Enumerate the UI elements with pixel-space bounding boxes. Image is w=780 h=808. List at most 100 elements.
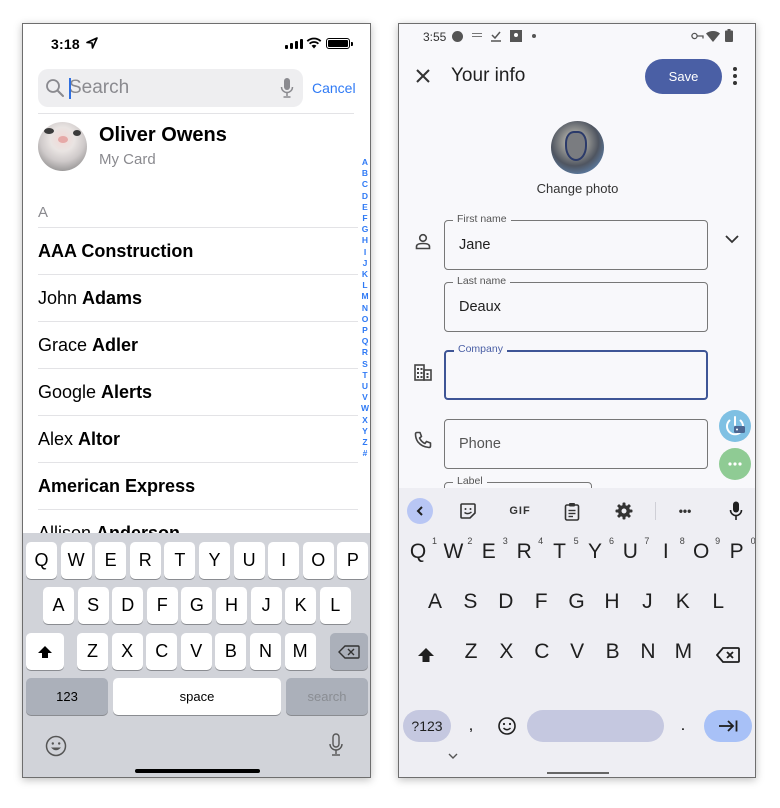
shift-key[interactable] [411,640,441,670]
key-j[interactable]: J [632,590,662,614]
dictation-mic-icon[interactable] [328,733,344,757]
key-t[interactable]: T [164,542,196,579]
index-letter[interactable]: A [362,157,368,168]
settings-button[interactable] [611,498,637,524]
key-e[interactable]: E3 [474,536,508,564]
contact-row[interactable]: Alex Altor [38,415,358,462]
key-b[interactable]: B [598,640,628,664]
save-button[interactable]: Save [645,59,722,94]
key-p[interactable]: P [337,542,369,579]
contact-row[interactable]: Google Alerts [38,368,358,415]
contact-row[interactable]: Grace Adler [38,321,358,368]
clipboard-button[interactable] [559,498,585,524]
index-letter[interactable]: # [363,448,368,459]
key-z[interactable]: Z [77,633,108,670]
gif-button[interactable]: GIF [504,498,536,524]
key-m[interactable]: M [668,640,698,664]
key-q[interactable]: Q [26,542,57,579]
period-key[interactable]: . [673,710,693,742]
key-t[interactable]: T5 [545,536,578,564]
index-letter[interactable]: O [362,314,369,325]
navigation-handle[interactable] [547,772,609,774]
key-f[interactable]: F [146,587,178,624]
space-key[interactable] [527,710,664,742]
last-name-field[interactable]: Last name Deaux [444,275,708,332]
index-letter[interactable]: P [362,325,368,336]
shift-key[interactable] [26,633,64,670]
index-letter[interactable]: K [362,269,368,280]
index-letter[interactable]: D [362,191,368,202]
index-letter[interactable]: Y [362,426,368,437]
key-x[interactable]: X [111,633,143,670]
key-d[interactable]: D [491,590,521,614]
key-v[interactable]: V [180,633,212,670]
index-letter[interactable]: J [363,258,368,269]
index-letter[interactable]: R [362,347,368,358]
key-s[interactable]: S [77,587,109,624]
index-letter[interactable]: N [362,303,368,314]
next-field-key[interactable] [704,710,752,742]
emoji-key[interactable] [495,710,519,742]
key-z[interactable]: Z [456,640,486,664]
index-letter[interactable]: E [362,202,368,213]
key-m[interactable]: M [284,633,316,670]
key-o[interactable]: O9 [686,536,720,564]
index-letter[interactable]: B [362,168,368,179]
index-letter[interactable]: L [362,280,367,291]
index-letter[interactable]: H [362,235,368,246]
key-k[interactable]: K [285,587,317,624]
key-q[interactable]: Q1 [403,536,437,564]
hide-keyboard-chevron-icon[interactable] [447,752,459,760]
index-letter[interactable]: M [361,291,368,302]
key-r[interactable]: R4 [509,536,544,564]
numbers-key[interactable]: 123 [26,678,108,715]
key-r[interactable]: R [129,542,161,579]
key-u[interactable]: U [233,542,265,579]
backspace-key[interactable] [711,640,745,670]
key-i[interactable]: I [268,542,300,579]
key-l[interactable]: L [319,587,351,624]
key-p[interactable]: P0 [722,536,755,564]
key-x[interactable]: X [491,640,521,664]
index-letter[interactable]: T [362,370,367,381]
key-a[interactable]: A [43,587,74,624]
key-y[interactable]: Y6 [580,536,614,564]
space-key[interactable]: space [113,678,281,715]
more-tools-button[interactable]: ••• [672,498,698,524]
phone-field[interactable]: Phone [444,419,708,469]
key-u[interactable]: U7 [615,536,650,564]
key-h[interactable]: H [216,587,247,624]
search-key[interactable]: search [286,678,368,715]
index-letter[interactable]: C [362,179,368,190]
contact-row[interactable]: AAA Construction [38,227,358,274]
power-overlay-button[interactable] [719,410,751,442]
key-f[interactable]: F [526,590,556,614]
key-l[interactable]: L [703,590,733,614]
key-i[interactable]: I8 [651,536,685,564]
index-letter[interactable]: X [362,415,368,426]
emoji-icon[interactable] [45,735,67,757]
key-w[interactable]: W [60,542,92,579]
key-j[interactable]: J [250,587,282,624]
index-letter[interactable]: G [362,224,369,235]
key-c[interactable]: C [527,640,557,664]
first-name-field[interactable]: First name Jane [444,213,708,270]
symbols-key[interactable]: ?123 [403,710,451,742]
home-indicator[interactable] [135,769,260,773]
index-letter[interactable]: Q [362,336,369,347]
comma-key[interactable]: , [461,710,481,742]
more-overlay-button[interactable] [719,448,751,480]
key-a[interactable]: A [420,590,450,614]
sticker-button[interactable] [455,498,481,524]
index-letter[interactable]: U [362,381,368,392]
index-letter[interactable]: F [362,213,367,224]
voice-input-button[interactable] [726,498,746,524]
key-o[interactable]: O [302,542,334,579]
key-b[interactable]: B [215,633,247,670]
dictation-mic-icon[interactable] [279,77,295,99]
index-letter[interactable]: V [362,392,368,403]
expand-name-chevron-icon[interactable] [723,232,741,246]
cancel-button[interactable]: Cancel [312,80,356,96]
key-g[interactable]: G [562,590,592,614]
company-field[interactable]: Company [444,343,708,400]
